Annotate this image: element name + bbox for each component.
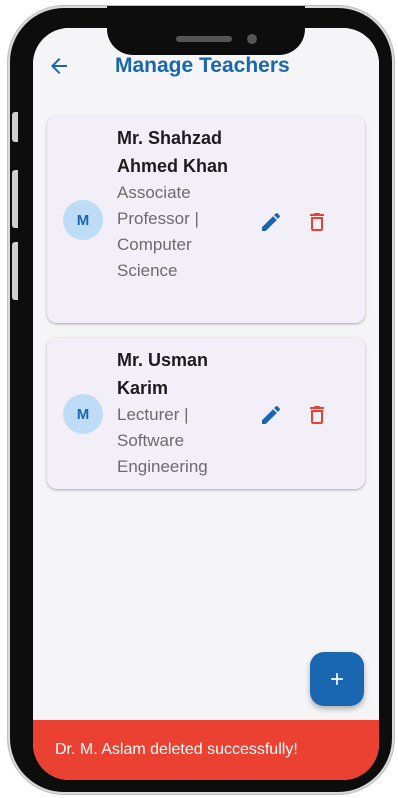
teacher-subtitle: Lecturer | Software Engineering [117,405,208,476]
teacher-name: Mr. Usman Karim [117,350,209,398]
silent-switch [12,112,18,142]
teacher-card: M Mr. Shahzad Ahmed Khan Associate Profe… [47,116,365,323]
edit-icon[interactable] [259,403,283,427]
phone-speaker [176,36,232,42]
phone-camera [247,34,257,44]
avatar: M [63,200,103,240]
teacher-info: Mr. Shahzad Ahmed Khan Associate Profess… [117,124,247,284]
phone-notch [107,6,305,55]
arrow-back-icon[interactable] [47,54,71,78]
avatar: M [63,394,103,434]
edit-icon[interactable] [259,210,283,234]
teacher-subtitle: Associate Professor | Computer Science [117,183,199,280]
add-teacher-button[interactable] [310,652,364,706]
app-screen: Manage Teachers M Mr. Shahzad Ahmed Khan… [33,28,379,780]
plus-icon [331,673,343,685]
teacher-card: M Mr. Usman Karim Lecturer | Software En… [47,338,365,489]
volume-down-button [12,242,18,300]
volume-up-button [12,170,18,228]
teacher-name: Mr. Shahzad Ahmed Khan [117,128,229,176]
snackbar: Dr. M. Aslam deleted successfully! [33,720,379,780]
delete-icon[interactable] [305,403,329,427]
page-title: Manage Teachers [115,54,290,77]
teacher-info: Mr. Usman Karim Lecturer | Software Engi… [117,346,247,480]
snackbar-message: Dr. M. Aslam deleted successfully! [55,741,298,758]
delete-icon[interactable] [305,210,329,234]
